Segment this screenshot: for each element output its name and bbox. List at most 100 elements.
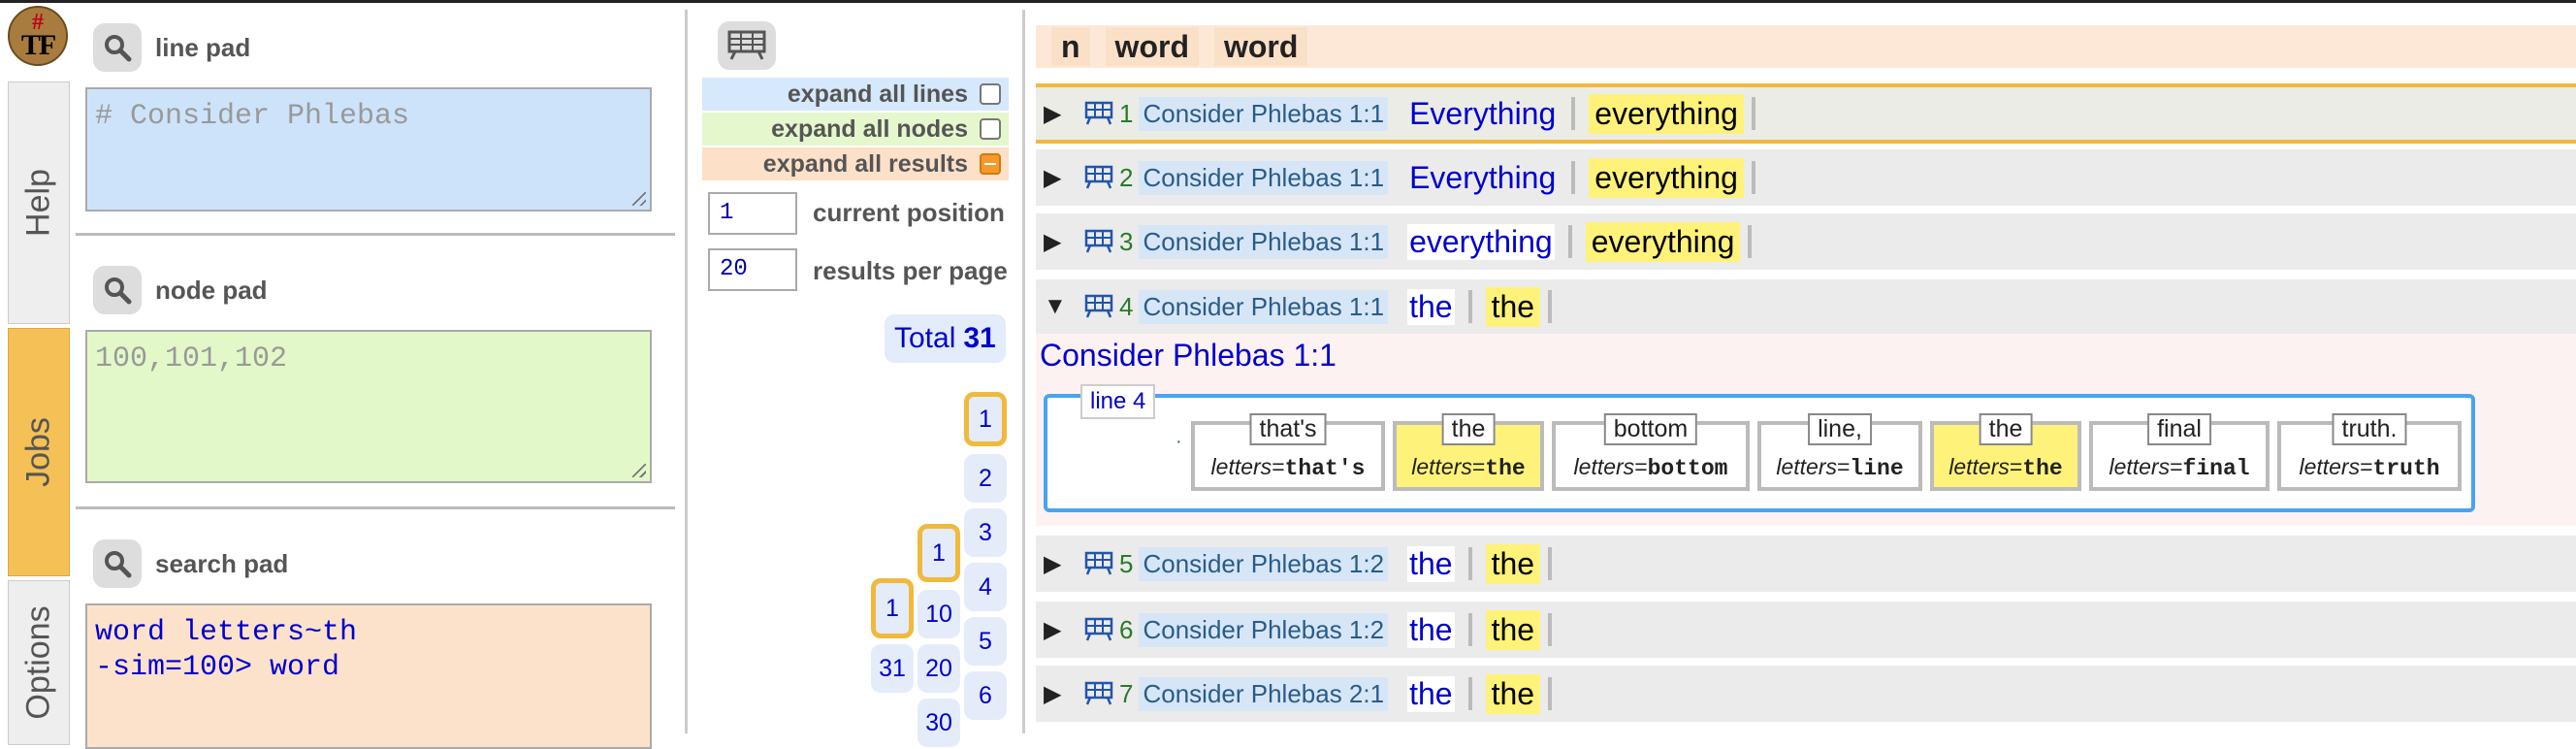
page-button[interactable]: 31 <box>871 644 914 693</box>
expand-arrow-icon[interactable]: ▶ <box>1044 550 1069 578</box>
logo-text: TF <box>20 29 56 61</box>
result-row[interactable]: ▶ 2 Consider Phlebas 1:1 Everything ever… <box>1036 149 2576 206</box>
expand-arrow-icon[interactable]: ▶ <box>1044 680 1069 708</box>
result-row[interactable]: ▶ 5 Consider Phlebas 1:2 the the <box>1036 536 2576 592</box>
word-cell[interactable]: Everything <box>1407 160 1558 196</box>
section-link[interactable]: Consider Phlebas 1:1 <box>1139 160 1389 195</box>
expand-all-results-control[interactable]: expand all results <box>702 147 1009 180</box>
word-cell[interactable]: the <box>1407 545 1455 582</box>
current-position-input[interactable]: 1 <box>708 192 797 235</box>
resize-handle[interactable] <box>632 464 646 477</box>
column-header-n: n <box>1051 27 1090 66</box>
page-button[interactable]: 20 <box>918 644 960 693</box>
expand-all-lines-checkbox[interactable] <box>980 83 1001 105</box>
page-button[interactable]: 1 <box>918 524 960 582</box>
current-position-label: current position <box>813 198 1005 227</box>
expand-arrow-icon[interactable]: ▶ <box>1044 228 1069 256</box>
table-icon <box>727 30 766 60</box>
word-cell[interactable]: the <box>1485 673 1541 714</box>
page-button[interactable]: 6 <box>964 671 1007 720</box>
section-link[interactable]: Consider Phlebas 1:1 <box>1139 224 1389 259</box>
node-pad-input[interactable]: 100,101,102 <box>85 330 652 483</box>
word-cell[interactable]: Everything <box>1407 96 1558 132</box>
search-pad-input[interactable]: word letters~th -sim=100> word <box>85 603 652 749</box>
tab-help[interactable]: Help <box>8 81 70 324</box>
page-button[interactable]: 1 <box>871 578 914 638</box>
expand-all-lines-control[interactable]: expand all lines <box>702 78 1009 111</box>
table-icon[interactable] <box>1084 101 1113 126</box>
table-icon[interactable] <box>1084 229 1113 254</box>
word-node[interactable]: line, letters=line <box>1757 413 1922 491</box>
expand-arrow-icon[interactable]: ▶ <box>1044 164 1069 192</box>
line-pad-search-button[interactable] <box>93 23 142 72</box>
context-title[interactable]: Consider Phlebas 1:1 <box>1040 338 1336 374</box>
word-node-highlighted[interactable]: the letters=the <box>1930 413 2081 491</box>
line-pad-label: line pad <box>155 32 251 62</box>
section-link[interactable]: Consider Phlebas 1:1 <box>1139 96 1389 131</box>
result-row[interactable]: ▶ 1 Consider Phlebas 1:1 Everything ever… <box>1036 83 2576 144</box>
word-feature: letters=that's <box>1210 454 1366 481</box>
word-cell[interactable]: the <box>1407 611 1455 648</box>
expand-arrow-icon[interactable]: ▶ <box>1044 100 1069 128</box>
result-row[interactable]: ▶ 3 Consider Phlebas 1:1 everything ever… <box>1036 213 2576 270</box>
tf-logo[interactable]: # TF <box>8 6 68 66</box>
page-button[interactable]: 2 <box>964 454 1007 503</box>
resize-handle[interactable] <box>632 192 646 206</box>
expand-all-results-checkbox[interactable] <box>980 153 1001 175</box>
result-number: 1 <box>1119 98 1134 128</box>
word-text: bottom <box>1603 413 1698 445</box>
search-icon <box>105 551 132 578</box>
page-button[interactable]: 10 <box>918 590 960 638</box>
result-row[interactable]: ▶ 6 Consider Phlebas 1:2 the the <box>1036 602 2576 658</box>
result-row-expanded[interactable]: ▼ 4 Consider Phlebas 1:1 the the <box>1036 279 2576 334</box>
table-view-button[interactable] <box>718 21 776 70</box>
word-node[interactable]: truth. letters=truth <box>2277 413 2462 491</box>
table-icon[interactable] <box>1084 551 1113 576</box>
expand-all-nodes-checkbox[interactable] <box>980 118 1001 140</box>
word-cell[interactable]: everything <box>1589 157 1744 198</box>
word-node[interactable]: that's letters=that's <box>1191 413 1385 491</box>
tab-options[interactable]: Options <box>8 580 70 745</box>
page-button[interactable]: 3 <box>964 508 1007 557</box>
section-link[interactable]: Consider Phlebas 1:2 <box>1139 612 1389 647</box>
page-button[interactable]: 5 <box>964 617 1007 666</box>
word-node-highlighted[interactable]: the letters=the <box>1393 413 1544 491</box>
expand-all-nodes-control[interactable]: expand all nodes <box>702 113 1009 146</box>
line-pad-header: line pad <box>93 23 250 72</box>
separator <box>1751 97 1755 130</box>
word-node[interactable]: final letters=final <box>2089 413 2270 491</box>
page-button[interactable]: 1 <box>964 392 1007 446</box>
word-feature: letters=final <box>2109 454 2250 481</box>
line-tag[interactable]: line 4 <box>1080 384 1156 419</box>
section-link[interactable]: Consider Phlebas 1:1 <box>1139 289 1389 324</box>
table-icon[interactable] <box>1084 617 1113 642</box>
expand-arrow-icon[interactable]: ▶ <box>1044 616 1069 644</box>
section-link[interactable]: Consider Phlebas 2:1 <box>1139 676 1389 711</box>
word-cell[interactable]: the <box>1485 609 1541 650</box>
word-cell[interactable]: the <box>1407 288 1455 325</box>
word-cell[interactable]: the <box>1485 286 1541 327</box>
section-link[interactable]: Consider Phlebas 1:2 <box>1139 546 1389 581</box>
line-pad-input[interactable]: # Consider Phlebas <box>85 87 652 212</box>
word-cell[interactable]: everything <box>1589 93 1744 134</box>
result-row[interactable]: ▶ 7 Consider Phlebas 2:1 the the <box>1036 666 2576 722</box>
word-cell[interactable]: everything <box>1407 223 1555 260</box>
table-icon[interactable] <box>1084 681 1113 706</box>
results-per-page-input[interactable]: 20 <box>708 248 797 291</box>
page-button[interactable]: 4 <box>964 563 1007 611</box>
result-number: 7 <box>1119 678 1134 708</box>
table-icon[interactable] <box>1084 294 1113 319</box>
collapse-arrow-icon[interactable]: ▼ <box>1044 293 1069 320</box>
word-cell[interactable]: the <box>1485 543 1541 584</box>
separator <box>1548 677 1553 710</box>
table-icon[interactable] <box>1084 165 1113 190</box>
word-cell[interactable]: everything <box>1585 221 1741 262</box>
word-node[interactable]: bottom letters=bottom <box>1552 413 1750 491</box>
column-header-word: word <box>1213 27 1308 66</box>
search-pad-search-button[interactable] <box>93 539 142 588</box>
tab-jobs[interactable]: Jobs <box>8 328 70 576</box>
node-pad-search-button[interactable] <box>93 266 142 314</box>
word-cell[interactable]: the <box>1407 675 1455 712</box>
page-button[interactable]: 30 <box>918 699 960 747</box>
column-divider <box>685 10 688 733</box>
